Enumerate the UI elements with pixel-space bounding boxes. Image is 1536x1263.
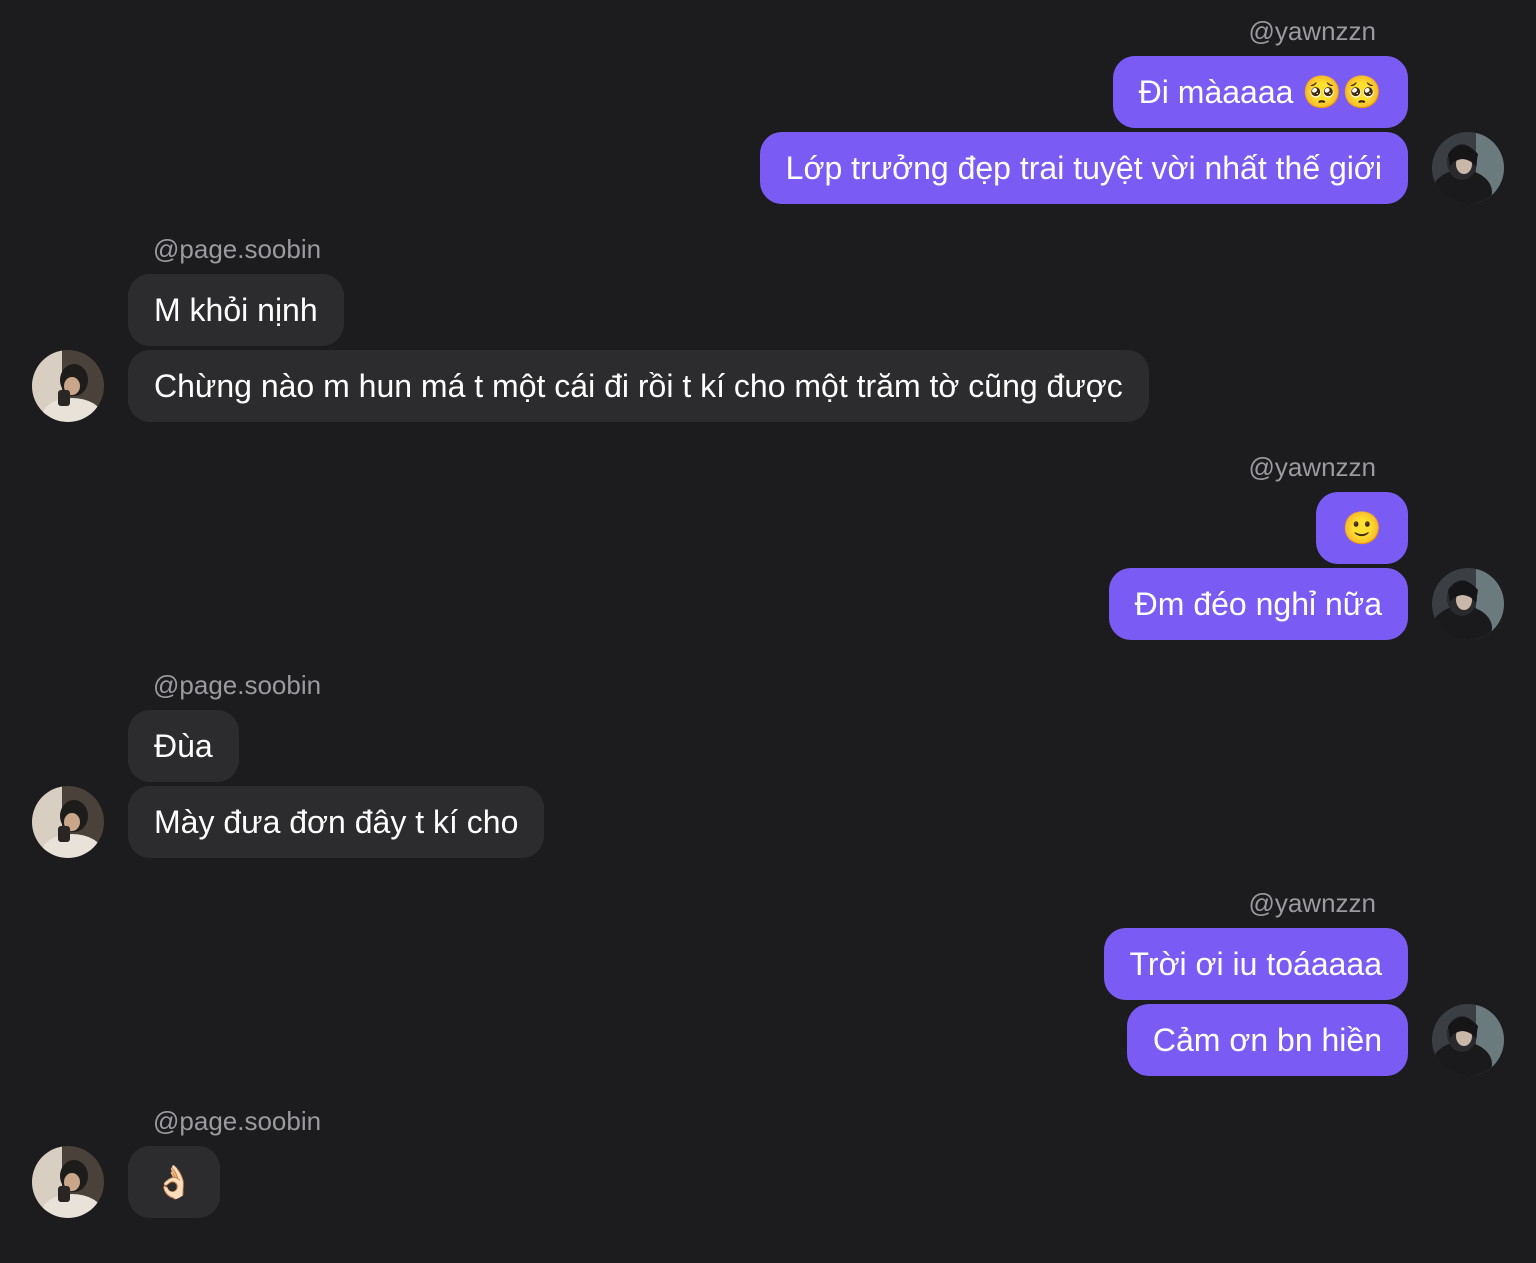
sender-username[interactable]: @page.soobin <box>153 234 321 264</box>
avatar-photo-light <box>32 350 104 422</box>
outgoing-message[interactable]: Lớp trưởng đẹp trai tuyệt vời nhất thế g… <box>759 132 1408 204</box>
incoming-message[interactable]: Đùa <box>128 710 239 782</box>
incoming-message[interactable]: Mày đưa đơn đây t kí cho <box>128 786 545 858</box>
avatar-photo-dark <box>1432 1004 1504 1076</box>
outgoing-message[interactable]: Đi màaaaa 🥺🥺 <box>1112 56 1408 128</box>
outgoing-message[interactable]: 🙂 <box>1316 492 1408 564</box>
incoming-message[interactable]: 👌🏻 <box>128 1146 220 1218</box>
sender-username[interactable]: @page.soobin <box>153 670 321 700</box>
incoming-message[interactable]: M khỏi nịnh <box>128 274 344 346</box>
chat-thread: @yawnzzn Đi màaaaa 🥺🥺 Lớp trưởng đẹp tra… <box>0 0 1536 1263</box>
avatar-photo-dark <box>1432 132 1504 204</box>
avatar-photo-light <box>32 1146 104 1218</box>
sender-username[interactable]: @page.soobin <box>153 1106 321 1136</box>
sender-avatar[interactable] <box>32 1146 104 1218</box>
sender-avatar[interactable] <box>32 350 104 422</box>
avatar-photo-light <box>32 786 104 858</box>
sender-username[interactable]: @yawnzzn <box>1248 16 1376 46</box>
sender-avatar[interactable] <box>1432 132 1504 204</box>
avatar-photo-dark <box>1432 568 1504 640</box>
outgoing-message[interactable]: Trời ơi iu toáaaaa <box>1103 928 1408 1000</box>
sender-avatar[interactable] <box>1432 568 1504 640</box>
sender-avatar[interactable] <box>32 786 104 858</box>
sender-username[interactable]: @yawnzzn <box>1248 888 1376 918</box>
incoming-message[interactable]: Chừng nào m hun má t một cái đi rồi t kí… <box>128 350 1149 422</box>
sender-username[interactable]: @yawnzzn <box>1248 452 1376 482</box>
outgoing-message[interactable]: Đm đéo nghỉ nữa <box>1108 568 1408 640</box>
sender-avatar[interactable] <box>1432 1004 1504 1076</box>
outgoing-message[interactable]: Cảm ơn bn hiền <box>1126 1004 1408 1076</box>
